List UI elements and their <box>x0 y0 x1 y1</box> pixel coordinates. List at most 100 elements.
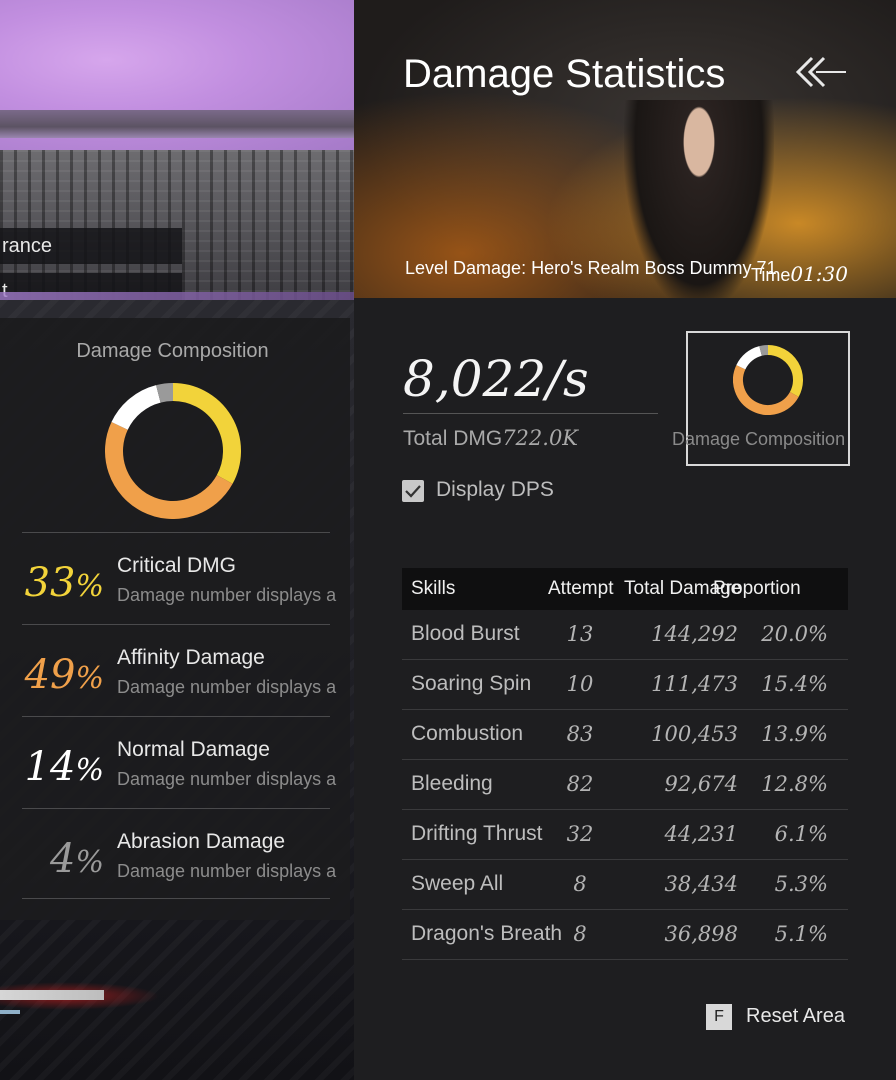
donut-segment-affinity-damage <box>733 365 799 415</box>
donut-segment-normal-damage <box>736 346 763 370</box>
total-damage-label: Total DMG <box>403 427 503 450</box>
row-divider <box>22 624 330 625</box>
wall-ridge <box>0 110 355 138</box>
table-body: Blood Burst 13 144,292 20.0% Soaring Spin 10 1… <box>402 610 848 959</box>
row-divider <box>22 716 330 717</box>
table-row: Dragon's Breath 8 36,898 5.1% <box>402 909 848 959</box>
composition-percent: 14% <box>0 744 104 790</box>
dps-underline <box>403 413 658 414</box>
percent-sign: % <box>75 753 104 788</box>
table-row: Combustion 83 100,453 13.9% <box>402 709 848 759</box>
total-damage-cell: 100,453 <box>651 722 738 746</box>
composition-button-label: Damage Composition <box>672 429 846 449</box>
skill-name: Drifting Thrust <box>411 822 543 845</box>
composition-desc: Damage number displays a <box>117 769 337 789</box>
composition-percent: 4% <box>0 836 104 882</box>
total-damage-cell: 144,292 <box>651 622 738 646</box>
skills-table: Skills Attempt Total Damage Proportion B… <box>402 568 848 960</box>
percent-sign: % <box>75 845 104 880</box>
display-dps-label: Display DPS <box>436 478 554 501</box>
percent-value: 33 <box>24 560 76 606</box>
row-divider <box>22 808 330 809</box>
damage-composition-panel: Damage Composition 33% Critical DMG Dama… <box>0 318 350 920</box>
total-damage-cell: 44,231 <box>664 822 738 846</box>
percent-value: 49 <box>24 652 76 698</box>
attempt-count: 32 <box>566 822 594 846</box>
proportion-cell: 5.3% <box>774 872 828 896</box>
time-value: 01:30 <box>790 262 848 286</box>
attempt-count: 8 <box>573 922 587 946</box>
attempt-count: 82 <box>566 772 594 796</box>
skill-name: Soaring Spin <box>411 672 532 695</box>
total-damage-cell: 111,473 <box>651 672 738 696</box>
composition-desc: Damage number displays a <box>117 677 337 697</box>
composition-name: Abrasion Damage <box>117 830 286 853</box>
composition-name: Normal Damage <box>117 738 270 761</box>
time-readout: Time01:30 <box>751 262 848 286</box>
attempt-count: 8 <box>573 872 587 896</box>
total-damage: Total DMG722.0K <box>403 426 578 451</box>
composition-row: 33% Critical DMG Damage number displays … <box>0 532 336 622</box>
table-row: Bleeding 82 92,674 12.8% <box>402 759 848 809</box>
attempt-count: 13 <box>566 622 594 646</box>
percent-value: 4 <box>50 836 76 882</box>
scene-bar-1: rance <box>0 228 182 264</box>
proportion-cell: 12.8% <box>761 772 828 796</box>
total-damage-cell: 38,434 <box>664 872 738 896</box>
skill-name: Blood Burst <box>411 622 520 645</box>
stamina-bar <box>0 1010 20 1014</box>
composition-row: 14% Normal Damage Damage number displays… <box>0 716 336 806</box>
proportion-cell: 20.0% <box>761 622 828 646</box>
level-damage-label: Level Damage: Hero's Realm Boss Dummy 71 <box>405 258 777 278</box>
table-header: Skills Attempt Total Damage Proportion <box>402 568 848 610</box>
character-banner: Damage Statistics Level Damage: Hero's R… <box>354 0 896 298</box>
reset-area-label: Reset Area <box>746 1005 845 1027</box>
proportion-cell: 13.9% <box>761 722 828 746</box>
donut-segment-affinity-damage <box>105 422 233 519</box>
checkmark-icon <box>405 485 421 498</box>
total-damage-value: 722.0K <box>502 426 578 450</box>
display-dps-checkbox[interactable] <box>402 480 424 502</box>
composition-desc: Damage number displays a <box>117 861 337 881</box>
composition-percent: 49% <box>0 652 104 698</box>
header-skills: Skills <box>411 578 456 599</box>
proportion-cell: 15.4% <box>761 672 828 696</box>
attempt-count: 10 <box>566 672 594 696</box>
composition-name: Critical DMG <box>117 554 236 577</box>
donut-segment-abrasion-damage <box>759 345 769 356</box>
damage-composition-button[interactable]: Damage Composition <box>672 331 850 466</box>
skill-name: Sweep All <box>411 872 504 895</box>
composition-desc: Damage number displays a <box>117 585 337 605</box>
composition-name: Affinity Damage <box>117 646 265 669</box>
percent-value: 14 <box>24 744 76 790</box>
skill-name: Combustion <box>411 722 524 745</box>
composition-percent: 33% <box>0 560 104 606</box>
time-label: Time <box>751 265 791 285</box>
health-bar <box>0 990 104 1000</box>
composition-row: 49% Affinity Damage Damage number displa… <box>0 624 336 714</box>
header-proportion: Proportion <box>713 578 801 599</box>
table-row: Sweep All 8 38,434 5.3% <box>402 859 848 909</box>
attempt-count: 83 <box>566 722 594 746</box>
total-damage-cell: 36,898 <box>664 922 738 946</box>
composition-donut-chart <box>105 383 241 519</box>
percent-sign: % <box>75 661 104 696</box>
donut-segment-critical-dmg <box>767 345 803 397</box>
composition-mini-donut <box>733 345 803 415</box>
composition-row: 4% Abrasion Damage Damage number display… <box>0 808 336 899</box>
header-attempt: Attempt <box>548 578 614 599</box>
table-bottom-divider <box>402 959 848 960</box>
donut-segment-critical-dmg <box>172 383 241 484</box>
key-f-icon: F <box>706 1004 732 1030</box>
composition-title: Damage Composition <box>76 340 269 362</box>
double-chevron-left-icon[interactable] <box>792 52 848 92</box>
dps-value: 8,022/s <box>403 350 589 408</box>
percent-sign: % <box>75 569 104 604</box>
damage-statistics-panel: Damage Statistics Level Damage: Hero's R… <box>354 0 896 1080</box>
row-divider <box>22 532 330 533</box>
donut-segment-abrasion-damage <box>156 383 174 403</box>
total-damage-cell: 92,674 <box>664 772 738 796</box>
table-row: Blood Burst 13 144,292 20.0% <box>402 610 848 659</box>
donut-segment-normal-damage <box>111 385 161 431</box>
page-title: Damage Statistics <box>403 52 726 96</box>
